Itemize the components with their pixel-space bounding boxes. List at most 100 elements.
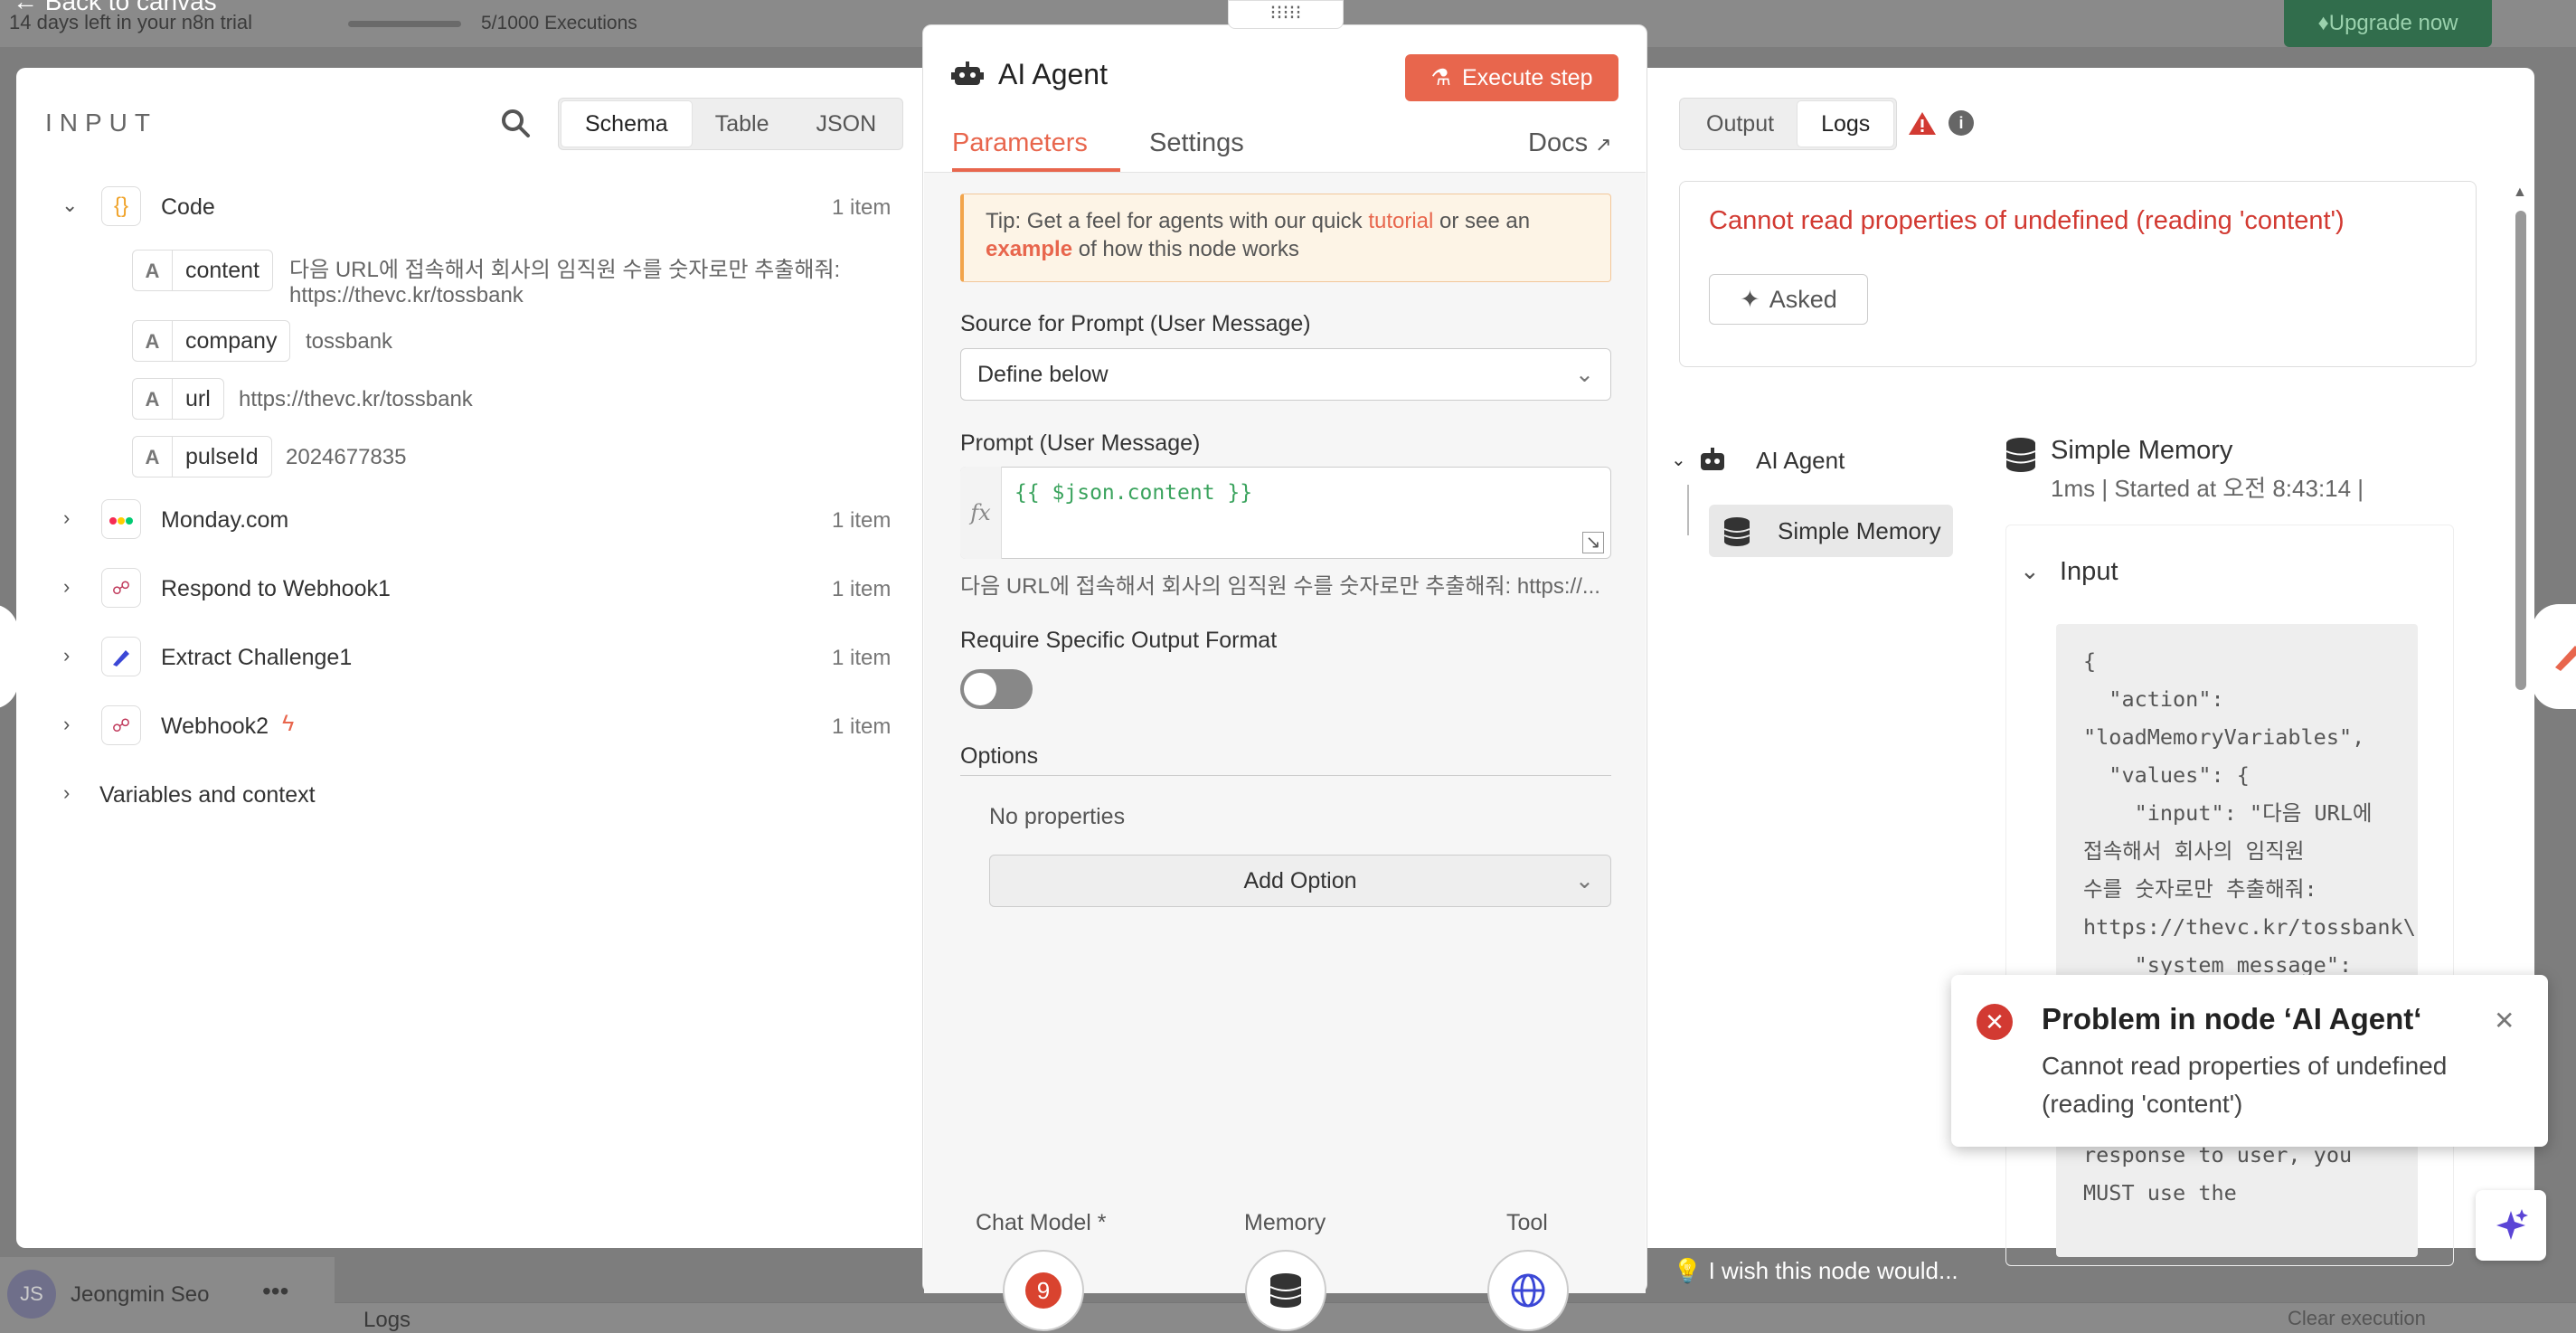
- tab-schema[interactable]: Schema: [561, 101, 692, 147]
- example-link[interactable]: example: [986, 237, 1072, 261]
- source-select[interactable]: Define below ⌄: [960, 348, 1611, 401]
- execute-label: Execute step: [1461, 64, 1593, 90]
- database-icon: [1269, 1273, 1302, 1308]
- add-option-button[interactable]: Add Option ⌄: [989, 855, 1611, 907]
- tab-parameters[interactable]: Parameters: [952, 128, 1088, 158]
- chat-model-label: Chat Model *: [976, 1210, 1107, 1235]
- chevron-right-icon[interactable]: ›: [63, 644, 70, 667]
- toast-message: Cannot read properties of undefined (rea…: [2042, 1052, 2448, 1118]
- clear-execution-button[interactable]: Clear execution: [2288, 1307, 2426, 1330]
- tab-table[interactable]: Table: [692, 101, 793, 147]
- schema-field-url[interactable]: Aurl: [132, 378, 224, 420]
- avatar[interactable]: JS: [7, 1270, 56, 1319]
- expand-icon[interactable]: ↘: [1582, 532, 1604, 553]
- tab-json[interactable]: JSON: [792, 101, 900, 147]
- warning-icon: [1909, 112, 1936, 135]
- chevron-down-icon[interactable]: ⌄: [1671, 449, 1686, 471]
- error-message: Cannot read properties of undefined (rea…: [1709, 206, 2345, 235]
- lightbulb-icon: 💡: [1673, 1257, 1703, 1284]
- node-name-webhook2[interactable]: Webhook2: [161, 714, 269, 740]
- no-properties-text: No properties: [989, 804, 1126, 829]
- asked-label: Asked: [1769, 285, 1837, 313]
- sparkle-icon: ✦: [1740, 285, 1760, 313]
- variables-and-context[interactable]: Variables and context: [99, 782, 316, 808]
- upgrade-button[interactable]: ♦ Upgrade now: [2284, 0, 2492, 47]
- tutorial-link[interactable]: tutorial: [1368, 209, 1433, 233]
- input-section-label[interactable]: Input: [2060, 557, 2118, 587]
- schema-field-content[interactable]: Acontent: [132, 250, 274, 291]
- monday-icon: [101, 499, 141, 539]
- schema-field-company[interactable]: Acompany: [132, 320, 291, 362]
- output-format-toggle[interactable]: [960, 669, 1033, 709]
- fx-icon: fx: [960, 467, 1002, 559]
- input-view-switch: Schema Table JSON: [558, 98, 904, 150]
- tool-node[interactable]: [1487, 1250, 1569, 1331]
- chevron-down-icon[interactable]: ⌄: [2020, 557, 2040, 585]
- more-options-icon[interactable]: •••: [262, 1277, 288, 1306]
- prompt-label: Prompt (User Message): [960, 430, 1201, 456]
- canvas-node-edge: [0, 604, 18, 709]
- string-type-icon: A: [133, 321, 173, 361]
- docs-link[interactable]: Docs ↗: [1528, 128, 1612, 158]
- output-view-switch: Output Logs: [1679, 98, 1898, 150]
- execute-step-button[interactable]: ⚗ Execute step: [1405, 54, 1618, 101]
- tab-settings[interactable]: Settings: [1149, 128, 1244, 158]
- tip-callout: Tip: Get a feel for agents with our quic…: [960, 194, 1611, 282]
- log-tree-ai-agent[interactable]: AI Agent: [1756, 447, 1845, 475]
- webhook-icon: ☍: [101, 705, 141, 745]
- chevron-right-icon[interactable]: ›: [63, 575, 70, 599]
- drag-handle[interactable]: ⁝⁝⁝⁝⁝: [1228, 0, 1344, 29]
- field-value: 2024677835: [286, 445, 407, 469]
- field-name: company: [185, 327, 278, 354]
- memory-node[interactable]: [1245, 1250, 1326, 1331]
- svg-text:9: 9: [1037, 1277, 1050, 1304]
- memory-meta: 1ms | Started at 오전 8:43:14 |: [2051, 475, 2364, 502]
- json-line: "input": "다음 URL에: [2083, 800, 2373, 826]
- asked-button[interactable]: ✦ Asked: [1709, 274, 1868, 325]
- node-name-code[interactable]: Code: [161, 194, 215, 221]
- tab-logs[interactable]: Logs: [1798, 101, 1894, 147]
- info-icon[interactable]: i: [1949, 110, 1974, 136]
- node-name-extract-challenge[interactable]: Extract Challenge1: [161, 645, 352, 671]
- active-tab-indicator: [952, 168, 1120, 172]
- chevron-right-icon[interactable]: ›: [63, 506, 70, 530]
- pen-icon: [101, 637, 141, 676]
- chevron-down-icon[interactable]: ⌄: [61, 194, 78, 217]
- prompt-expression[interactable]: {{ $json.content }}: [1014, 481, 1252, 505]
- json-line: "action":: [2083, 686, 2224, 712]
- logs-label[interactable]: Logs: [363, 1308, 410, 1333]
- node-name-monday[interactable]: Monday.com: [161, 507, 288, 534]
- close-icon[interactable]: ✕: [2494, 1006, 2515, 1035]
- globe-icon: [1511, 1273, 1545, 1308]
- chevron-right-icon[interactable]: ›: [63, 781, 70, 805]
- parameters-body: [924, 173, 1646, 1293]
- tool-label: Tool: [1506, 1210, 1548, 1235]
- search-icon[interactable]: [499, 107, 532, 139]
- tip-text: or see an: [1433, 209, 1531, 233]
- toast-title: Problem in node ‘AI Agent‘: [2042, 1002, 2422, 1035]
- item-count: 1 item: [832, 508, 892, 533]
- external-link-icon: ↗: [1595, 133, 1612, 156]
- item-count: 1 item: [832, 646, 892, 670]
- node-name-respond-webhook[interactable]: Respond to Webhook1: [161, 576, 391, 602]
- log-tree-simple-memory[interactable]: Simple Memory: [1709, 505, 1953, 557]
- json-viewer: { "action": "loadMemoryVariables", "value…: [2056, 624, 2418, 1257]
- code-braces-icon: {}: [101, 186, 141, 226]
- feedback-link[interactable]: 💡 I wish this node would...: [1673, 1257, 1958, 1285]
- tip-text: Tip: Get a feel for agents with our quic…: [986, 209, 1369, 233]
- chat-model-node[interactable]: 9: [1003, 1250, 1084, 1331]
- output-format-label: Require Specific Output Format: [960, 628, 1278, 653]
- upgrade-label: Upgrade now: [2328, 11, 2458, 35]
- item-count: 1 item: [832, 577, 892, 601]
- tab-output[interactable]: Output: [1683, 101, 1798, 147]
- json-line: https://thevc.kr/tossbank\n",: [2083, 914, 2418, 940]
- field-value-line: https://thevc.kr/tossbank: [289, 283, 524, 307]
- schema-field-pulseid[interactable]: ApulseId: [132, 436, 272, 477]
- chevron-right-icon[interactable]: ›: [63, 713, 70, 736]
- node-title[interactable]: AI Agent: [998, 58, 1108, 91]
- canvas-node-edge: [2532, 604, 2576, 709]
- chevron-down-icon: ⌄: [1575, 362, 1594, 387]
- ai-assistant-button[interactable]: [2476, 1190, 2546, 1261]
- scroll-up-icon[interactable]: ▲: [2513, 184, 2527, 201]
- scrollbar-thumb[interactable]: [2515, 211, 2526, 690]
